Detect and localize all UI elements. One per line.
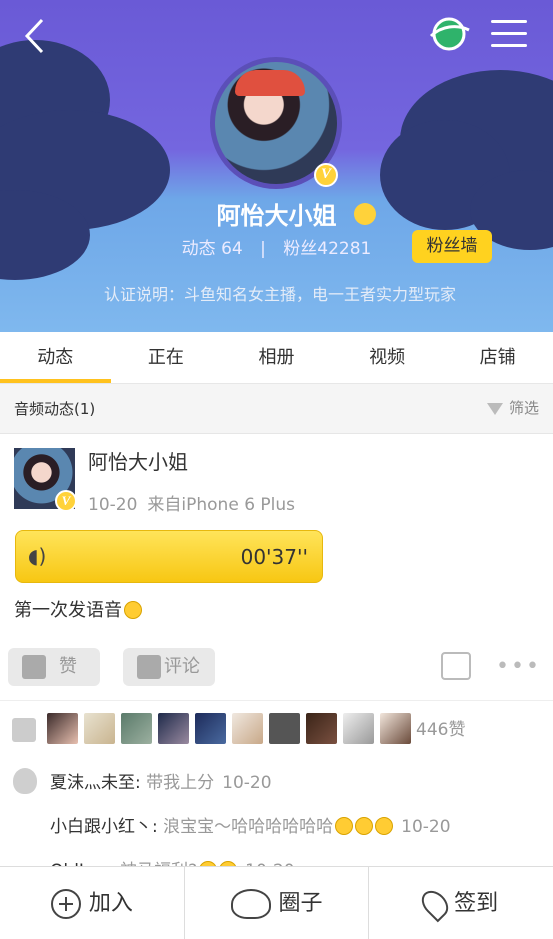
- like-label: 赞: [59, 656, 77, 677]
- post-author-avatar[interactable]: V: [14, 448, 77, 512]
- liker-avatar[interactable]: [269, 713, 300, 744]
- hamburger-line: [491, 44, 527, 47]
- post-text-content: 第一次发语音: [14, 600, 122, 621]
- like-button[interactable]: 赞: [8, 648, 100, 686]
- emoji-icon: [124, 601, 142, 619]
- comment-text: 浪宝宝～哈哈哈哈哈哈: [163, 817, 334, 837]
- comment-button[interactable]: 评论: [123, 648, 215, 686]
- liker-avatar[interactable]: [343, 713, 374, 744]
- hot-comments-icon: [13, 768, 37, 794]
- comment-time: 10-20: [222, 773, 272, 793]
- more-options-icon[interactable]: •••: [496, 654, 541, 679]
- post-source: 来自iPhone 6 Plus: [147, 495, 296, 515]
- voice-duration: 00'37'': [240, 545, 308, 569]
- bottom-action-bar: 加入 圈子 签到: [0, 866, 553, 939]
- liker-avatar[interactable]: [380, 713, 411, 744]
- audio-dynamics-bar: 音频动态(1) 筛选: [0, 384, 553, 434]
- fans-count: 42281: [317, 239, 372, 259]
- dynamics-label: 动态: [181, 239, 216, 259]
- menu-button[interactable]: [491, 20, 527, 50]
- checkin-button[interactable]: 签到: [368, 867, 553, 939]
- profile-header: V 阿怡大小姐 动态 64 | 粉丝42281 粉丝墙 认证说明：斗鱼知名女主播…: [0, 0, 553, 332]
- comment-item[interactable]: 夏沫灬未至: 带我上分 10-20: [50, 768, 272, 793]
- avatar-hat: [235, 70, 305, 96]
- audio-dynamics-title: 音频动态(1): [14, 400, 96, 418]
- comment-bubble-icon: [137, 655, 161, 679]
- app-root: V 阿怡大小姐 动态 64 | 粉丝42281 粉丝墙 认证说明：斗鱼知名女主播…: [0, 0, 553, 939]
- tab-video[interactable]: 视频: [332, 332, 443, 383]
- fans-label: 粉丝: [283, 239, 318, 259]
- comment-user[interactable]: 小白跟小红丶: [50, 817, 152, 837]
- profile-avatar[interactable]: V: [210, 57, 342, 189]
- liker-avatar[interactable]: [121, 713, 152, 744]
- tab-album[interactable]: 相册: [221, 332, 332, 383]
- liker-avatar[interactable]: [158, 713, 189, 744]
- post-date: 10-20: [88, 495, 138, 515]
- liker-avatar[interactable]: [47, 713, 78, 744]
- post-meta: 10-20 来自iPhone 6 Plus: [88, 490, 295, 515]
- circle-button[interactable]: 圈子: [183, 867, 369, 939]
- thumbs-up-icon: [12, 718, 36, 742]
- verified-badge-icon: V: [314, 163, 338, 187]
- liker-avatar[interactable]: [306, 713, 337, 744]
- circle-label: 圈子: [278, 891, 323, 916]
- liker-avatar[interactable]: [195, 713, 226, 744]
- location-pin-icon: [416, 885, 454, 923]
- plus-circle-icon: [50, 889, 81, 919]
- earth-icon[interactable]: [427, 14, 471, 54]
- emoji-icon: [355, 817, 374, 835]
- liker-avatar[interactable]: [84, 713, 115, 744]
- back-button[interactable]: [18, 14, 58, 58]
- filter-icon: [486, 402, 503, 415]
- female-gender-icon: [354, 203, 376, 225]
- join-label: 加入: [88, 891, 133, 916]
- filter-button[interactable]: 筛选: [486, 384, 539, 432]
- sound-wave-icon: ◖): [28, 544, 47, 568]
- emoji-icon: [375, 817, 394, 835]
- comment-time: 10-20: [401, 817, 451, 837]
- profile-name: 阿怡大小姐: [216, 202, 337, 230]
- certification-text: 认证说明：斗鱼知名女主播，电一王者实力型玩家: [103, 285, 456, 304]
- hamburger-icon: [491, 20, 527, 23]
- profile-tabs: 动态 正在 相册 视频 店铺: [0, 332, 553, 384]
- join-button[interactable]: 加入: [0, 867, 184, 939]
- like-count[interactable]: 446赞: [416, 715, 465, 740]
- stats-separator: |: [260, 239, 266, 259]
- post-author-name[interactable]: 阿怡大小姐: [88, 446, 188, 475]
- chevron-left-icon: [24, 18, 44, 54]
- tab-dynamics[interactable]: 动态: [0, 332, 111, 383]
- dog-face-icon: [230, 889, 271, 919]
- share-icon[interactable]: [441, 652, 471, 680]
- tab-now[interactable]: 正在: [111, 332, 222, 383]
- post-text: 第一次发语音: [14, 596, 142, 622]
- fans-wall-button[interactable]: 粉丝墙: [412, 230, 492, 263]
- comment-label: 评论: [164, 656, 200, 677]
- dynamics-count: 64: [221, 239, 243, 259]
- comment-user[interactable]: 夏沫灬未至: [50, 773, 135, 793]
- hamburger-line: [491, 32, 527, 35]
- comment-text: 带我上分: [146, 773, 215, 793]
- comment-item[interactable]: 小白跟小红丶: 浪宝宝～哈哈哈哈哈哈 10-20: [50, 812, 451, 837]
- emoji-icon: [335, 817, 354, 835]
- voice-message-player[interactable]: ◖) 00'37'': [15, 530, 323, 583]
- tab-shop[interactable]: 店铺: [442, 332, 553, 383]
- divider: [0, 700, 553, 701]
- verified-badge-icon: V: [55, 490, 77, 512]
- filter-label: 筛选: [508, 399, 539, 417]
- thumbs-up-icon: [22, 655, 46, 679]
- checkin-label: 签到: [454, 891, 499, 916]
- liker-avatar[interactable]: [232, 713, 263, 744]
